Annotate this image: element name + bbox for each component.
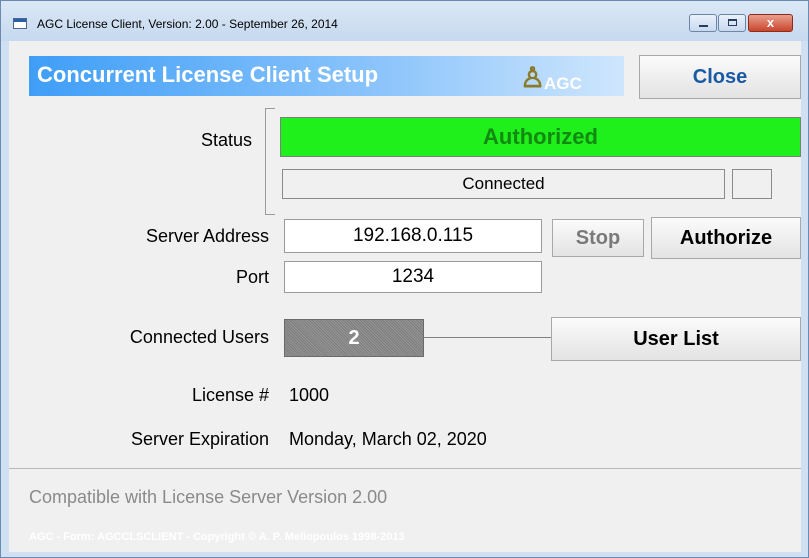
port-field[interactable]: 1234 — [284, 261, 542, 293]
user-list-button[interactable]: User List — [551, 317, 801, 361]
minimize-button[interactable] — [689, 14, 717, 32]
server-expiration-label: Server Expiration — [130, 429, 269, 449]
divider — [9, 468, 801, 469]
stop-button[interactable]: Stop — [552, 219, 644, 257]
connected-users-label: Connected Users — [129, 327, 269, 347]
agc-logo: ♙ AGC — [509, 62, 621, 94]
server-expiration: Monday, March 02, 2020 — [289, 429, 487, 449]
server-address-label: Server Address — [145, 226, 269, 246]
close-icon: x — [766, 15, 775, 30]
header-banner: Concurrent License Client Setup ♙ AGC — [29, 56, 624, 96]
license-client-window: AGC License Client, Version: 2.00 - Sept… — [0, 0, 809, 558]
window-title: AGC License Client, Version: 2.00 - Sept… — [37, 17, 338, 31]
page-title: Concurrent License Client Setup — [37, 62, 379, 87]
minimize-icon — [699, 25, 708, 27]
maximize-button[interactable] — [718, 14, 746, 32]
status-label: Status — [200, 130, 252, 150]
app-icon — [13, 18, 27, 29]
logo-figure-icon: ♙ — [520, 62, 546, 93]
connection-indicator — [732, 169, 772, 199]
status-bracket — [265, 108, 275, 215]
status-badge: Authorized — [280, 117, 801, 157]
license-number-label: License # — [191, 385, 269, 405]
client-area: Concurrent License Client Setup ♙ AGC Cl… — [9, 41, 801, 552]
maximize-icon — [728, 19, 737, 26]
authorize-button[interactable]: Authorize — [651, 217, 801, 259]
window-close-button[interactable]: x — [748, 14, 793, 32]
port-label: Port — [235, 267, 269, 287]
title-bar[interactable]: AGC License Client, Version: 2.00 - Sept… — [1, 1, 808, 41]
connector-line — [424, 337, 551, 338]
compatibility-note: Compatible with License Server Version 2… — [29, 487, 388, 507]
close-button[interactable]: Close — [639, 55, 801, 99]
license-number: 1000 — [289, 385, 330, 405]
logo-text: AGC — [544, 74, 582, 93]
server-address-field[interactable]: 192.168.0.115 — [284, 219, 542, 253]
connection-status: Connected — [282, 169, 725, 199]
connected-users-count: 2 — [284, 319, 424, 357]
copyright-text: AGC - Form: AGCCLSCLIENT - Copyright © A… — [29, 531, 405, 543]
